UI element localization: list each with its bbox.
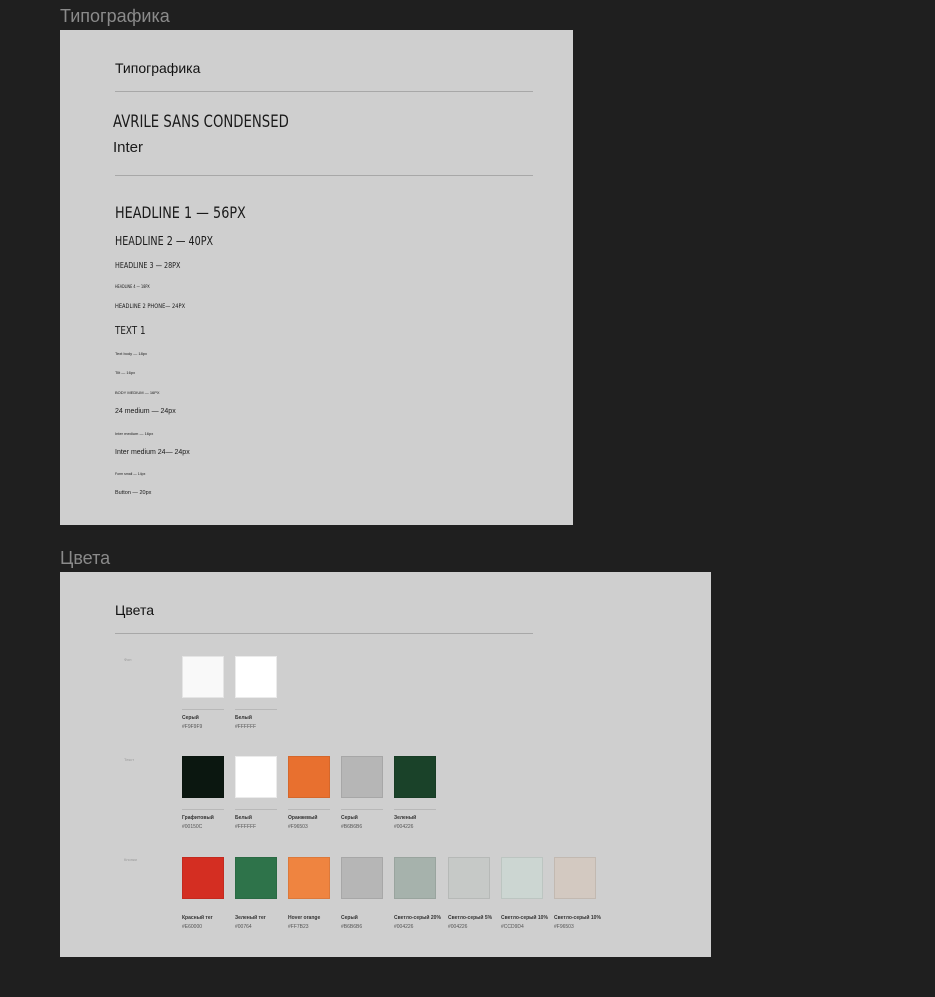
color-swatch-name: Светло-серый 5%	[448, 915, 493, 921]
style-text-body: Text body — 18px	[115, 351, 148, 356]
color-swatch-name: Серый	[341, 815, 358, 821]
color-swatch[interactable]	[288, 857, 330, 899]
divider	[115, 91, 533, 92]
divider	[235, 809, 277, 810]
color-swatch[interactable]	[288, 756, 330, 798]
color-swatch-hex: #004226	[394, 824, 414, 830]
color-swatch-hex: #B6B6B6	[341, 924, 363, 930]
style-inter-medium-24: Inter medium 24— 24px	[115, 449, 190, 456]
color-swatch[interactable]	[182, 756, 224, 798]
color-swatch-name: Светло-серый 10%	[554, 915, 601, 921]
style-tilt: Tilt — 16px	[115, 370, 136, 375]
color-swatch[interactable]	[235, 857, 277, 899]
color-swatch[interactable]	[182, 656, 224, 698]
color-swatch-name: Оранжевый	[288, 815, 318, 821]
color-swatch[interactable]	[554, 857, 596, 899]
color-row-label-background: Фон	[124, 657, 132, 662]
divider	[182, 709, 224, 710]
color-row-label-text: Текст	[124, 757, 135, 762]
color-swatch[interactable]	[501, 857, 543, 899]
color-swatch[interactable]	[448, 857, 490, 899]
color-swatch-name: Светло-серый 10%	[501, 915, 548, 921]
color-swatch-hex: #F96503	[288, 824, 308, 830]
style-text-1: TEXT 1	[115, 324, 146, 337]
style-body-medium: BODY MEDIUM — 16PX	[115, 390, 160, 395]
divider	[341, 809, 383, 810]
colors-title: Цвета	[115, 602, 154, 618]
color-swatch[interactable]	[394, 756, 436, 798]
color-swatch-name: Светло-серый 20%	[394, 915, 441, 921]
divider	[394, 809, 436, 810]
color-swatch[interactable]	[182, 857, 224, 899]
colors-frame[interactable]: Цвета Фон Серый #F9F9F9 Белый #FFFFFF Те…	[60, 572, 711, 957]
style-headline-1: HEADLINE 1 — 56PX	[115, 203, 246, 222]
color-swatch-hex: #F9F9F9	[182, 724, 203, 730]
color-swatch[interactable]	[341, 756, 383, 798]
divider	[182, 809, 224, 810]
color-swatch-hex: #FFFFFF	[235, 724, 257, 730]
divider	[115, 633, 533, 634]
color-swatch[interactable]	[235, 756, 277, 798]
style-headline-2-phone: HEADLINE 2 PHONE— 24PX	[115, 303, 186, 310]
color-swatch-hex: #B6B6B6	[341, 824, 363, 830]
color-swatch[interactable]	[235, 656, 277, 698]
color-swatch-hex: #E60000	[182, 924, 203, 930]
divider	[235, 709, 277, 710]
colors-frame-label[interactable]: Цвета	[60, 548, 110, 569]
style-headline-3: HEADLINE 3 — 28PX	[115, 261, 181, 270]
color-swatch-hex: #00764	[235, 924, 252, 930]
style-form-small: Form small — 14px	[115, 472, 146, 476]
color-swatch-name: Белый	[235, 815, 252, 821]
style-inter-medium: Inter medium — 16px	[115, 431, 154, 436]
style-button: Button — 20px	[115, 490, 152, 496]
style-headline-4: HEADLINE 4 — 18PX	[115, 284, 150, 289]
style-24-medium: 24 medium — 24px	[115, 408, 176, 415]
color-swatch-name: Серый	[182, 715, 199, 721]
color-swatch-name: Графитовый	[182, 815, 214, 821]
style-headline-2: HEADLINE 2 — 40PX	[115, 234, 214, 248]
color-row-label-buttons: Кнопки	[124, 857, 137, 862]
typography-frame-label[interactable]: Типографика	[60, 6, 170, 27]
divider	[115, 175, 533, 176]
color-swatch-hex: #F96503	[554, 924, 574, 930]
color-swatch-hex: #FFFFFF	[235, 824, 257, 830]
color-swatch-hex: #004226	[448, 924, 468, 930]
color-swatch-hex: #FF7B23	[288, 924, 309, 930]
typography-title: Типографика	[115, 60, 201, 76]
font-family-inter: Inter	[113, 139, 144, 156]
color-swatch-name: Красный тег	[182, 915, 213, 921]
color-swatch-hex: #00150C	[182, 824, 203, 830]
color-swatch[interactable]	[394, 857, 436, 899]
color-swatch-name: Серый	[341, 915, 358, 921]
color-swatch-name: Hover orange	[288, 915, 321, 921]
color-swatch[interactable]	[341, 857, 383, 899]
color-swatch-name: Зеленый тег	[235, 915, 266, 921]
divider	[288, 809, 330, 810]
color-swatch-name: Белый	[235, 715, 252, 721]
color-swatch-hex: #004226	[394, 924, 414, 930]
color-swatch-hex: #CCD9D4	[501, 924, 524, 930]
typography-frame[interactable]: Типографика AVRILE SANS CONDENSED Inter …	[60, 30, 573, 525]
font-family-avrile: AVRILE SANS CONDENSED	[113, 112, 289, 132]
color-swatch-name: Зеленый	[394, 815, 417, 821]
